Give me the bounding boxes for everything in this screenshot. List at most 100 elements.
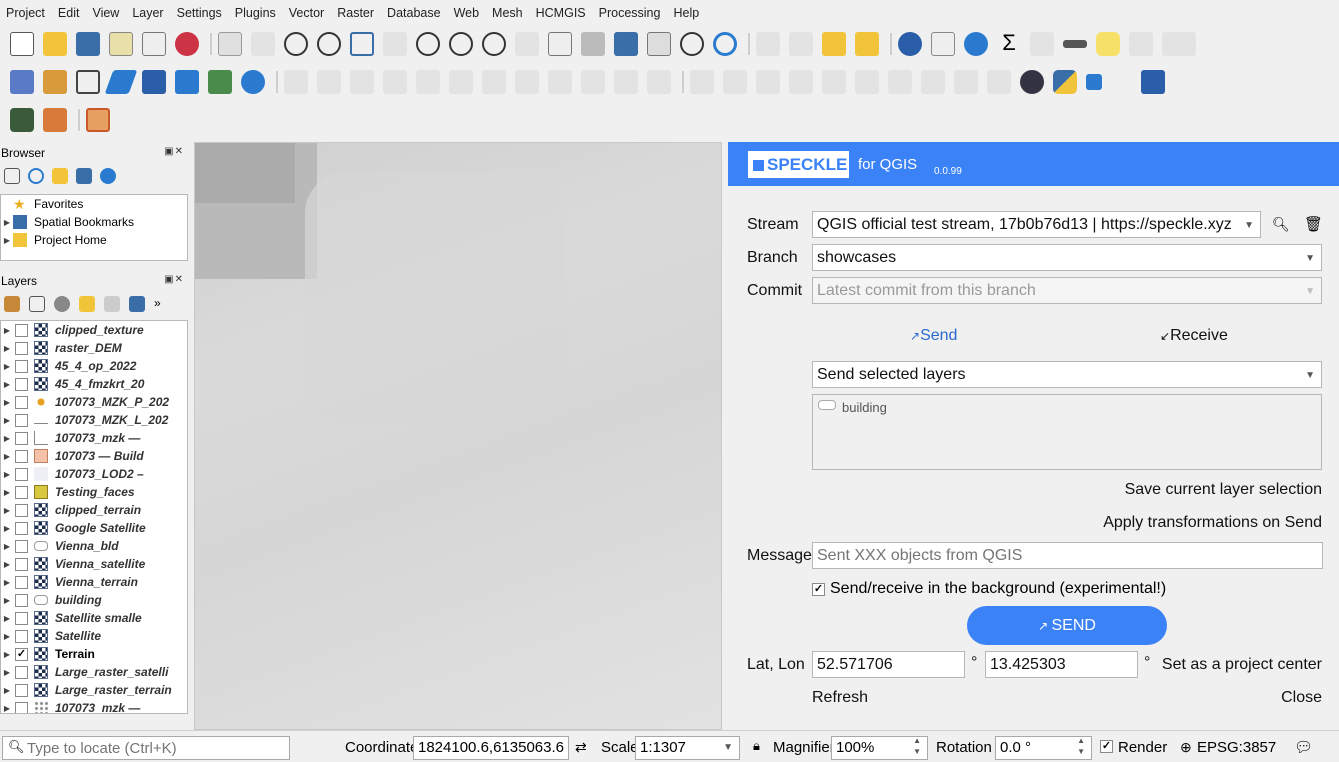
layout-manager-icon[interactable] xyxy=(142,32,166,56)
layer-visibility-checkbox[interactable] xyxy=(15,575,28,589)
menu-item[interactable]: Settings xyxy=(177,6,222,20)
expand-arrow-icon[interactable]: ▶ xyxy=(1,380,13,389)
layer-visibility-checkbox[interactable] xyxy=(15,521,28,535)
browser-item[interactable]: ▶ Spatial Bookmarks xyxy=(1,213,187,231)
layer-item[interactable]: ▶ 107073_MZK_P_202 xyxy=(1,393,187,411)
copy-icon[interactable] xyxy=(548,70,572,94)
menu-item[interactable]: Help xyxy=(673,6,699,20)
add-group-icon[interactable] xyxy=(29,296,45,312)
background-checkbox[interactable]: ✓ xyxy=(812,582,825,596)
toggle-editing-icon[interactable] xyxy=(317,70,341,94)
map-tips-icon[interactable] xyxy=(1096,32,1120,56)
bookmark-icon[interactable] xyxy=(614,32,638,56)
expand-arrow-icon[interactable]: ▶ xyxy=(1,668,13,677)
delete-selected-icon[interactable] xyxy=(482,70,506,94)
expand-arrow-icon[interactable]: ▶ xyxy=(1,686,13,695)
gps-icon[interactable] xyxy=(1129,32,1153,56)
layer-visibility-checkbox[interactable] xyxy=(15,359,28,373)
expand-arrow-icon[interactable]: ▶ xyxy=(1,488,13,497)
menu-item[interactable]: Layer xyxy=(132,6,163,20)
filter-browser-icon[interactable] xyxy=(52,168,68,184)
expand-arrow-icon[interactable]: ▶ xyxy=(1,362,13,371)
expand-arrow-icon[interactable]: ▶ xyxy=(1,398,13,407)
line-tool-icon[interactable] xyxy=(723,70,747,94)
style-manager-icon[interactable] xyxy=(175,32,199,56)
layer-visibility-checkbox[interactable] xyxy=(15,683,28,697)
layer-item[interactable]: ▶ clipped_texture xyxy=(1,321,187,339)
layer-visibility-checkbox[interactable] xyxy=(15,413,28,427)
stream-dropdown[interactable]: QGIS official test stream, 17b0b76d13 | … xyxy=(812,211,1261,238)
layer-item[interactable]: ▶ Vienna_satellite xyxy=(1,555,187,573)
undo-icon[interactable] xyxy=(614,70,638,94)
add-selected-icon[interactable] xyxy=(4,168,20,184)
menu-item[interactable]: Vector xyxy=(289,6,324,20)
search-plugin-icon[interactable] xyxy=(10,108,34,132)
background-checkbox-row[interactable]: ✓ Send/receive in the background (experi… xyxy=(812,580,1166,598)
layer-visibility-checkbox[interactable] xyxy=(15,539,28,553)
style-layer-icon[interactable] xyxy=(4,296,20,312)
delete-stream-icon[interactable]: 🗑︎ xyxy=(1304,215,1323,233)
map-canvas[interactable] xyxy=(194,142,722,730)
paste-icon[interactable] xyxy=(581,70,605,94)
stepper-icon[interactable]: ▲ ▼ xyxy=(1077,737,1085,757)
vertex-tool-icon[interactable] xyxy=(416,70,440,94)
statistics-sigma-icon[interactable]: Σ xyxy=(997,32,1021,56)
lon-input[interactable] xyxy=(985,651,1138,678)
expand-arrow-icon[interactable]: ▶ xyxy=(1,344,13,353)
layer-item[interactable]: ▶ 107073 — Build xyxy=(1,447,187,465)
identify-icon[interactable] xyxy=(898,32,922,56)
layer-visibility-checkbox[interactable] xyxy=(15,449,28,463)
layer-visibility-checkbox[interactable] xyxy=(15,485,28,499)
zoom-selection-icon[interactable] xyxy=(383,32,407,56)
expand-arrow-icon[interactable]: ▶ xyxy=(1,524,13,533)
magnifier-field[interactable]: 100% ▲ ▼ xyxy=(831,736,928,760)
render-checkbox[interactable]: ✓ xyxy=(1100,740,1113,753)
expand-arrow-icon[interactable]: ▶ xyxy=(1,326,13,335)
lat-input[interactable] xyxy=(812,651,965,678)
layer-item[interactable]: ▶ Large_raster_terrain xyxy=(1,681,187,699)
expand-arrow-icon[interactable]: ▶ xyxy=(1,614,13,623)
apply-transformations-button[interactable]: Apply transformations on Send xyxy=(1103,514,1322,532)
layer-visibility-checkbox[interactable] xyxy=(15,665,28,679)
open-field-calculator-icon[interactable] xyxy=(1030,32,1054,56)
expand-arrow-icon[interactable]: ▶ xyxy=(1,632,13,641)
save-selection-button[interactable]: Save current layer selection xyxy=(1125,481,1322,499)
trace-icon[interactable] xyxy=(104,70,138,94)
new-project-icon[interactable] xyxy=(10,32,34,56)
menu-item[interactable]: HCMGIS xyxy=(536,6,586,20)
layer-item[interactable]: ▶ Large_raster_satelli xyxy=(1,663,187,681)
show-bookmarks-icon[interactable] xyxy=(647,32,671,56)
layer-item[interactable]: ▶ Satellite smalle xyxy=(1,609,187,627)
layer-item[interactable]: ▶ building xyxy=(1,591,187,609)
layer-item[interactable]: ▶ 45_4_fmzkrt_20 xyxy=(1,375,187,393)
browser-close-icon[interactable]: ▣✕ xyxy=(164,146,184,157)
more-icon[interactable]: » xyxy=(154,296,161,312)
layer-visibility-checkbox[interactable] xyxy=(15,701,28,713)
scale-dropdown[interactable]: 1:1307 ▼ xyxy=(635,736,740,760)
layer-item[interactable]: ▶ clipped_terrain xyxy=(1,501,187,519)
layer-item[interactable]: ▶ Google Satellite xyxy=(1,519,187,537)
coordinate-field[interactable]: 1824100.6,6135063.6 xyxy=(413,736,569,760)
menu-item[interactable]: Project xyxy=(6,6,45,20)
redo-icon[interactable] xyxy=(647,70,671,94)
temporal-controller-icon[interactable] xyxy=(680,32,704,56)
reshape-icon[interactable] xyxy=(921,70,945,94)
layer-visibility-checkbox[interactable] xyxy=(15,503,28,517)
layer-item[interactable]: ▶ Testing_faces xyxy=(1,483,187,501)
layer-item[interactable]: ▶ Vienna_terrain xyxy=(1,573,187,591)
layer-visibility-checkbox[interactable] xyxy=(15,341,28,355)
digitizing-toolbar-icon[interactable] xyxy=(690,70,714,94)
save-edits-icon[interactable] xyxy=(350,70,374,94)
rotation-field[interactable]: 0.0 ° ▲ ▼ xyxy=(995,736,1092,760)
expand-arrow-icon[interactable]: ▶ xyxy=(1,704,13,713)
info-icon[interactable] xyxy=(100,168,116,184)
crs-button[interactable]: EPSG:3857 xyxy=(1197,739,1276,756)
menu-item[interactable]: Mesh xyxy=(492,6,523,20)
add-feature-icon[interactable] xyxy=(383,70,407,94)
menu-item[interactable]: Processing xyxy=(599,6,661,20)
layer-visibility-checkbox[interactable] xyxy=(15,467,28,481)
tab-receive[interactable]: ↙Receive xyxy=(1160,327,1228,345)
layer-item[interactable]: ▶ ✓ Terrain xyxy=(1,645,187,663)
layer-visibility-checkbox[interactable] xyxy=(15,611,28,625)
split-features-icon[interactable] xyxy=(987,70,1011,94)
